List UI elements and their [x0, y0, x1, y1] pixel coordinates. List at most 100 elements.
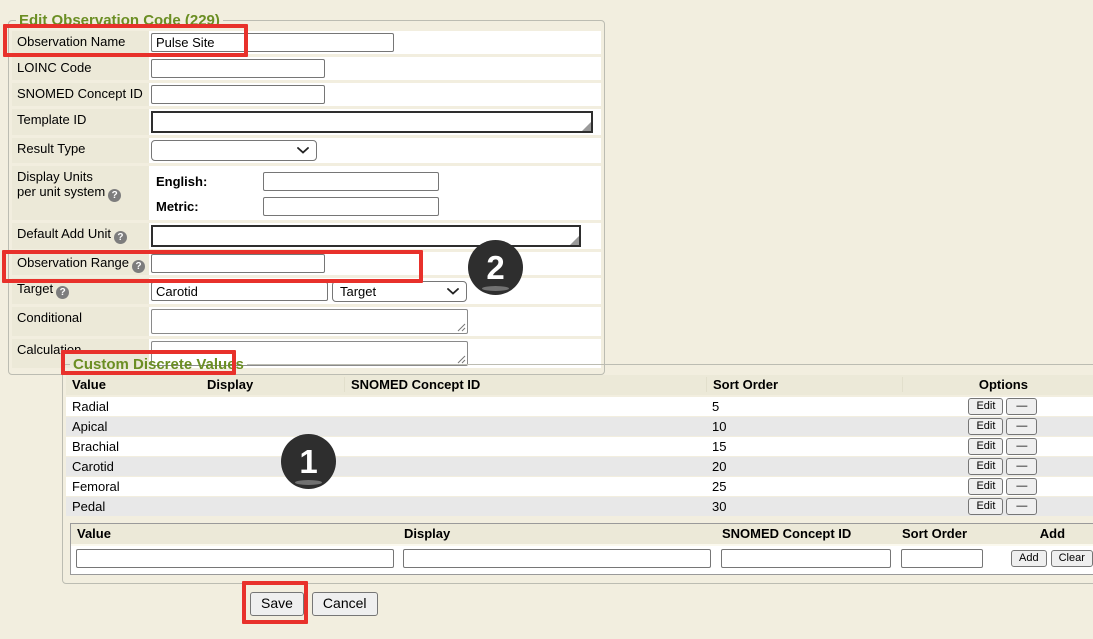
observation-range-label: Observation Range?	[12, 252, 149, 275]
edit-button[interactable]: Edit	[968, 398, 1003, 416]
cell-value: Brachial	[66, 439, 201, 454]
form-actions: Save Cancel	[250, 592, 378, 616]
english-units-label: English:	[156, 174, 259, 189]
table-row: Femoral 25 Edit —	[66, 477, 1093, 496]
save-button[interactable]: Save	[250, 592, 304, 616]
cell-value: Radial	[66, 399, 201, 414]
add-table-input-row: Add Clear	[71, 546, 1093, 574]
table-row: Apical 10 Edit —	[66, 417, 1093, 436]
row-observation-name: Observation Name	[12, 31, 601, 54]
cell-sort-order: 20	[706, 459, 902, 474]
metric-units-input[interactable]	[263, 197, 439, 216]
custom-discrete-values-panel: Custom Discrete Values Value Display SNO…	[62, 356, 1093, 584]
cell-sort-order: 10	[706, 419, 902, 434]
remove-button[interactable]: —	[1006, 478, 1037, 496]
default-add-unit-textarea[interactable]	[151, 225, 581, 247]
cell-options: Edit —	[902, 398, 1093, 416]
observation-name-label: Observation Name	[12, 31, 149, 54]
edit-button[interactable]: Edit	[968, 458, 1003, 476]
remove-button[interactable]: —	[1006, 498, 1037, 516]
result-type-select[interactable]	[151, 140, 317, 161]
loinc-code-input[interactable]	[151, 59, 325, 78]
add-value-input[interactable]	[76, 549, 394, 568]
add-header-add: Add	[1006, 526, 1093, 541]
cell-value: Femoral	[66, 479, 201, 494]
add-sort-order-input[interactable]	[901, 549, 983, 568]
target-select[interactable]: Target	[332, 281, 467, 302]
cell-sort-order: 25	[706, 479, 902, 494]
table-header: Value Display SNOMED Concept ID Sort Ord…	[66, 375, 1093, 395]
add-header-value: Value	[71, 526, 398, 541]
edit-button[interactable]: Edit	[968, 498, 1003, 516]
default-add-unit-label: Default Add Unit?	[12, 223, 149, 249]
row-observation-range: Observation Range?	[12, 252, 601, 275]
row-display-units: Display Units per unit system? English: …	[12, 166, 601, 220]
display-units-label: Display Units per unit system?	[12, 166, 149, 220]
target-label: Target?	[12, 278, 149, 304]
english-units-input[interactable]	[263, 172, 439, 191]
template-id-textarea[interactable]	[151, 111, 593, 133]
cell-options: Edit —	[902, 438, 1093, 456]
table-row: Radial 5 Edit —	[66, 397, 1093, 416]
add-table-header: Value Display SNOMED Concept ID Sort Ord…	[71, 524, 1093, 546]
panel-title: Edit Observation Code (229)	[16, 12, 223, 29]
cell-sort-order: 15	[706, 439, 902, 454]
row-target: Target? Target	[12, 278, 601, 304]
table-row: Brachial 15 Edit —	[66, 437, 1093, 456]
row-result-type: Result Type	[12, 138, 601, 163]
edit-button[interactable]: Edit	[968, 438, 1003, 456]
add-header-display: Display	[398, 526, 716, 541]
cell-options: Edit —	[902, 478, 1093, 496]
table-row: Carotid 20 Edit —	[66, 457, 1093, 476]
remove-button[interactable]: —	[1006, 438, 1037, 456]
chevron-down-icon	[297, 147, 309, 154]
cell-options: Edit —	[902, 418, 1093, 436]
help-icon: ?	[56, 286, 69, 299]
cancel-button[interactable]: Cancel	[312, 592, 378, 616]
target-selected-value: Target	[340, 284, 376, 299]
add-button[interactable]: Add	[1011, 550, 1047, 568]
header-snomed: SNOMED Concept ID	[344, 377, 706, 392]
cell-options: Edit —	[902, 458, 1093, 476]
resize-grip-icon	[570, 236, 579, 245]
loinc-code-label: LOINC Code	[12, 57, 149, 80]
custom-discrete-values-title: Custom Discrete Values	[70, 356, 247, 373]
header-options: Options	[902, 377, 1093, 392]
conditional-textarea[interactable]	[151, 309, 468, 334]
cell-value: Apical	[66, 419, 201, 434]
observation-range-input[interactable]	[151, 254, 325, 273]
template-id-label: Template ID	[12, 109, 149, 135]
remove-button[interactable]: —	[1006, 398, 1037, 416]
add-header-snomed: SNOMED Concept ID	[716, 526, 896, 541]
row-conditional: Conditional	[12, 307, 601, 336]
add-header-sort-order: Sort Order	[896, 526, 1006, 541]
remove-button[interactable]: —	[1006, 458, 1037, 476]
add-snomed-input[interactable]	[721, 549, 891, 568]
snomed-concept-id-label: SNOMED Concept ID	[12, 83, 149, 106]
snomed-concept-id-input[interactable]	[151, 85, 325, 104]
page: Edit Observation Code (229) Observation …	[0, 0, 1093, 639]
add-display-input[interactable]	[403, 549, 711, 568]
header-display: Display	[201, 377, 344, 392]
chevron-down-icon	[447, 288, 459, 295]
conditional-label: Conditional	[12, 307, 149, 336]
row-template-id: Template ID	[12, 109, 601, 135]
observation-name-input[interactable]	[151, 33, 394, 52]
edit-button[interactable]: Edit	[968, 418, 1003, 436]
display-units-label-line2: per unit system	[17, 184, 105, 199]
target-input[interactable]	[151, 282, 328, 301]
row-loinc-code: LOINC Code	[12, 57, 601, 80]
clear-button[interactable]: Clear	[1051, 550, 1093, 568]
metric-units-label: Metric:	[156, 199, 259, 214]
help-icon: ?	[132, 260, 145, 273]
display-units-label-line1: Display Units	[17, 169, 93, 184]
edit-button[interactable]: Edit	[968, 478, 1003, 496]
resize-grip-icon	[457, 323, 466, 332]
help-icon: ?	[108, 189, 121, 202]
header-sort-order: Sort Order	[706, 377, 902, 392]
edit-observation-code-panel: Edit Observation Code (229) Observation …	[8, 12, 605, 375]
cell-value: Carotid	[66, 459, 201, 474]
resize-grip-icon	[582, 122, 591, 131]
remove-button[interactable]: —	[1006, 418, 1037, 436]
cell-value: Pedal	[66, 499, 201, 514]
